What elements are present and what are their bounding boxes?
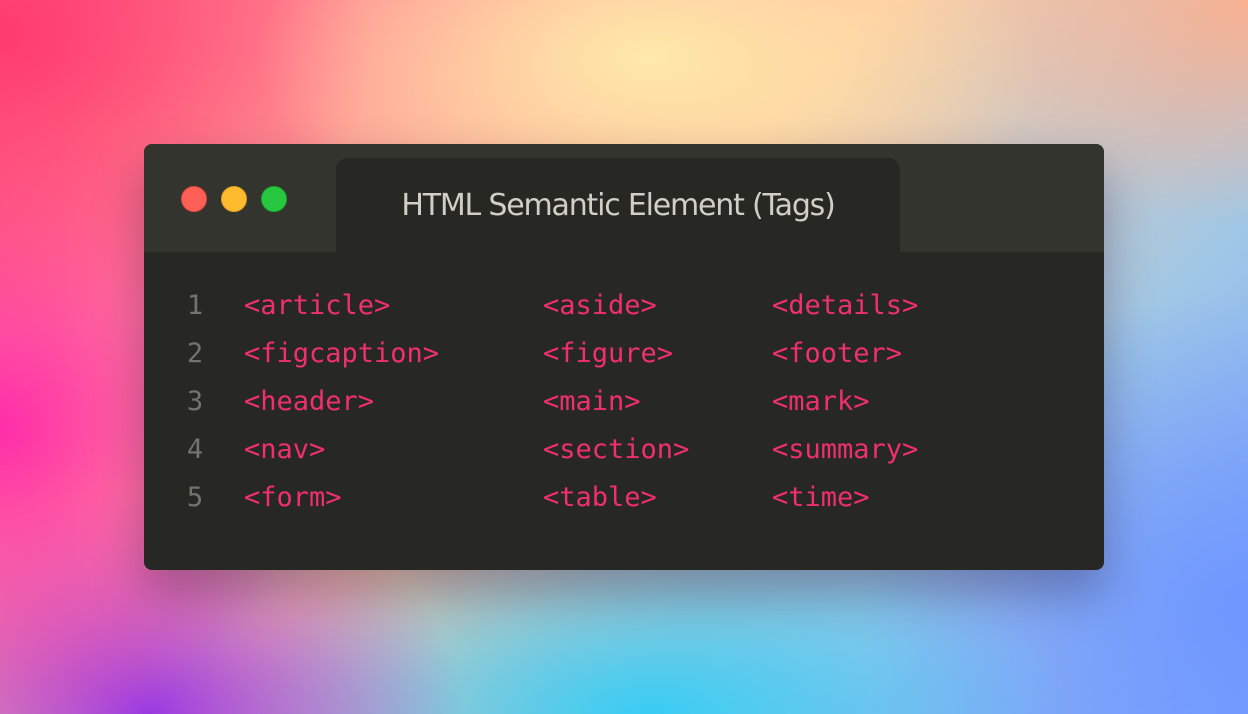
code-line: 5 <form> <table> <time> — [144, 482, 1104, 530]
maximize-button[interactable] — [261, 186, 287, 212]
editor-tab[interactable]: HTML Semantic Element (Tags) — [336, 158, 900, 252]
code-window: HTML Semantic Element (Tags) 1 <article>… — [144, 144, 1104, 570]
code-tag: <nav> — [244, 434, 326, 465]
code-line: 4 <nav> <section> <summary> — [144, 434, 1104, 482]
code-tag: <summary> — [772, 434, 919, 465]
tab-title: HTML Semantic Element (Tags) — [401, 187, 835, 223]
code-tag: <figure> — [543, 338, 674, 369]
code-tag: <article> — [244, 290, 391, 321]
line-number: 1 — [186, 290, 204, 321]
code-tag: <form> — [244, 482, 342, 513]
code-line: 1 <article> <aside> <details> — [144, 290, 1104, 338]
minimize-button[interactable] — [221, 186, 247, 212]
code-area: 1 <article> <aside> <details> 2 <figcapt… — [144, 290, 1104, 530]
line-number: 3 — [186, 386, 204, 417]
code-line: 2 <figcaption> <figure> <footer> — [144, 338, 1104, 386]
code-tag: <table> — [543, 482, 657, 513]
line-number: 4 — [186, 434, 204, 465]
title-bar: HTML Semantic Element (Tags) — [144, 144, 1104, 252]
code-tag: <header> — [244, 386, 375, 417]
code-tag: <details> — [772, 290, 919, 321]
code-line: 3 <header> <main> <mark> — [144, 386, 1104, 434]
code-tag: <section> — [543, 434, 690, 465]
line-number: 5 — [186, 482, 204, 513]
code-tag: <figcaption> — [244, 338, 440, 369]
code-tag: <footer> — [772, 338, 903, 369]
code-tag: <main> — [543, 386, 641, 417]
code-tag: <mark> — [772, 386, 870, 417]
line-number: 2 — [186, 338, 204, 369]
close-button[interactable] — [181, 186, 207, 212]
code-tag: <time> — [772, 482, 870, 513]
code-tag: <aside> — [543, 290, 657, 321]
